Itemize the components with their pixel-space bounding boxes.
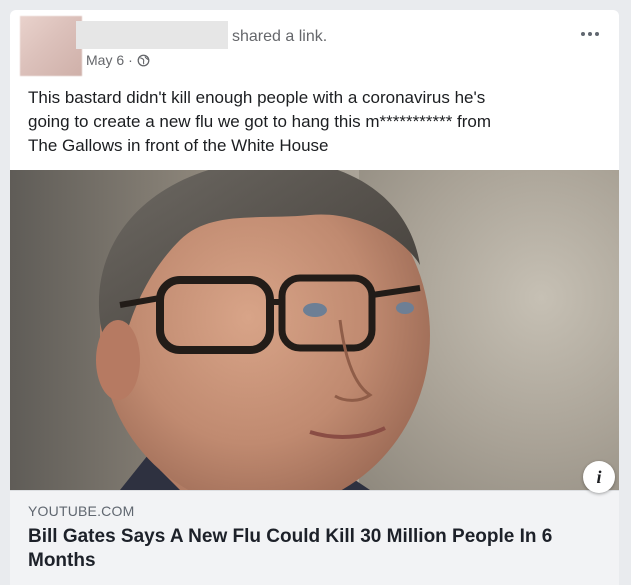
shared-link-text: shared a link. [232, 28, 328, 45]
link-preview-image[interactable] [10, 170, 619, 490]
more-options-button[interactable] [581, 32, 599, 36]
more-icon [581, 32, 585, 36]
post-card: shared a link. May 6 · This bastard didn… [10, 10, 619, 585]
info-icon[interactable]: i [583, 461, 615, 493]
post-date[interactable]: May 6 [86, 52, 124, 68]
meta-separator: · [128, 52, 133, 68]
portrait-illustration [96, 170, 430, 490]
post-text: This bastard didn't kill enough people w… [28, 88, 492, 155]
link-domain[interactable]: YOUTUBE.COM [28, 503, 134, 519]
post-meta: May 6 · [86, 52, 150, 68]
globe-icon[interactable] [137, 54, 150, 67]
link-preview[interactable]: YOUTUBE.COM Bill Gates Says A New Flu Co… [10, 490, 619, 585]
avatar[interactable] [20, 16, 82, 76]
author-name-redacted[interactable] [76, 21, 228, 49]
link-title[interactable]: Bill Gates Says A New Flu Could Kill 30 … [28, 525, 598, 573]
